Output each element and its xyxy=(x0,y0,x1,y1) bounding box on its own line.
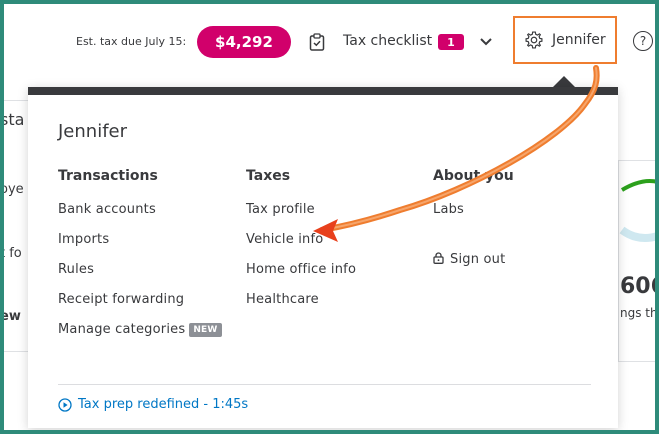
menu-item-home-office-info[interactable]: Home office info xyxy=(246,262,356,292)
menu-item-healthcare[interactable]: Healthcare xyxy=(246,292,356,322)
menu-item-labs[interactable]: Labs xyxy=(433,202,514,232)
menu-item-rules[interactable]: Rules xyxy=(58,262,222,292)
menu-item-imports[interactable]: Imports xyxy=(58,232,222,262)
menu-column-about-you: About you Labs Sign out xyxy=(433,168,514,282)
menu-column-transactions: Transactions Bank accounts Imports Rules… xyxy=(58,168,222,352)
menu-heading-about-you: About you xyxy=(433,168,514,184)
background-text: 606 xyxy=(620,274,659,299)
menu-item-tax-profile[interactable]: Tax profile xyxy=(246,202,356,232)
background-text: ngs th xyxy=(620,306,658,320)
tax-checklist-link[interactable]: Tax checklist xyxy=(343,33,432,49)
background-chart-arc xyxy=(619,179,659,242)
clipboard-icon xyxy=(309,33,325,51)
gear-icon xyxy=(525,31,543,49)
background-text: oye xyxy=(0,182,24,197)
user-menu-button[interactable]: Jennifer xyxy=(513,16,617,64)
menu-heading-transactions: Transactions xyxy=(58,168,158,184)
estimated-tax-button[interactable]: $4,292 xyxy=(197,26,291,58)
menu-user-name: Jennifer xyxy=(58,121,128,142)
sign-out-label: Sign out xyxy=(450,252,506,267)
menu-spacer xyxy=(433,232,514,252)
background-text: ew xyxy=(0,309,21,324)
menu-item-bank-accounts[interactable]: Bank accounts xyxy=(58,202,222,232)
background-text: sta xyxy=(0,110,25,129)
dropdown-pointer xyxy=(553,76,575,87)
menu-item-receipt-forwarding[interactable]: Receipt forwarding xyxy=(58,292,222,322)
menu-item-vehicle-info[interactable]: Vehicle info xyxy=(246,232,356,262)
chevron-down-icon[interactable] xyxy=(478,35,494,49)
menu-divider xyxy=(58,384,591,385)
checklist-count-badge: 1 xyxy=(438,34,464,50)
play-circle-icon xyxy=(58,397,72,412)
background-text: t fo xyxy=(0,246,22,261)
menu-item-sign-out[interactable]: Sign out xyxy=(433,252,514,282)
menu-item-label: Manage categories xyxy=(58,322,186,337)
video-link[interactable]: Tax prep redefined - 1:45s xyxy=(58,397,248,412)
video-link-label: Tax prep redefined - 1:45s xyxy=(78,397,249,412)
menu-item-manage-categories[interactable]: Manage categories NEW xyxy=(58,322,222,352)
help-icon[interactable]: ? xyxy=(633,31,653,51)
user-dropdown-menu: Jennifer Transactions Bank accounts Impo… xyxy=(28,87,618,428)
menu-heading-taxes: Taxes xyxy=(246,168,291,184)
estimated-tax-label: Est. tax due July 15: xyxy=(76,35,187,48)
user-name-label: Jennifer xyxy=(552,32,606,48)
new-badge: NEW xyxy=(189,323,222,337)
menu-column-taxes: Taxes Tax profile Vehicle info Home offi… xyxy=(246,168,356,322)
lock-icon xyxy=(433,252,444,264)
